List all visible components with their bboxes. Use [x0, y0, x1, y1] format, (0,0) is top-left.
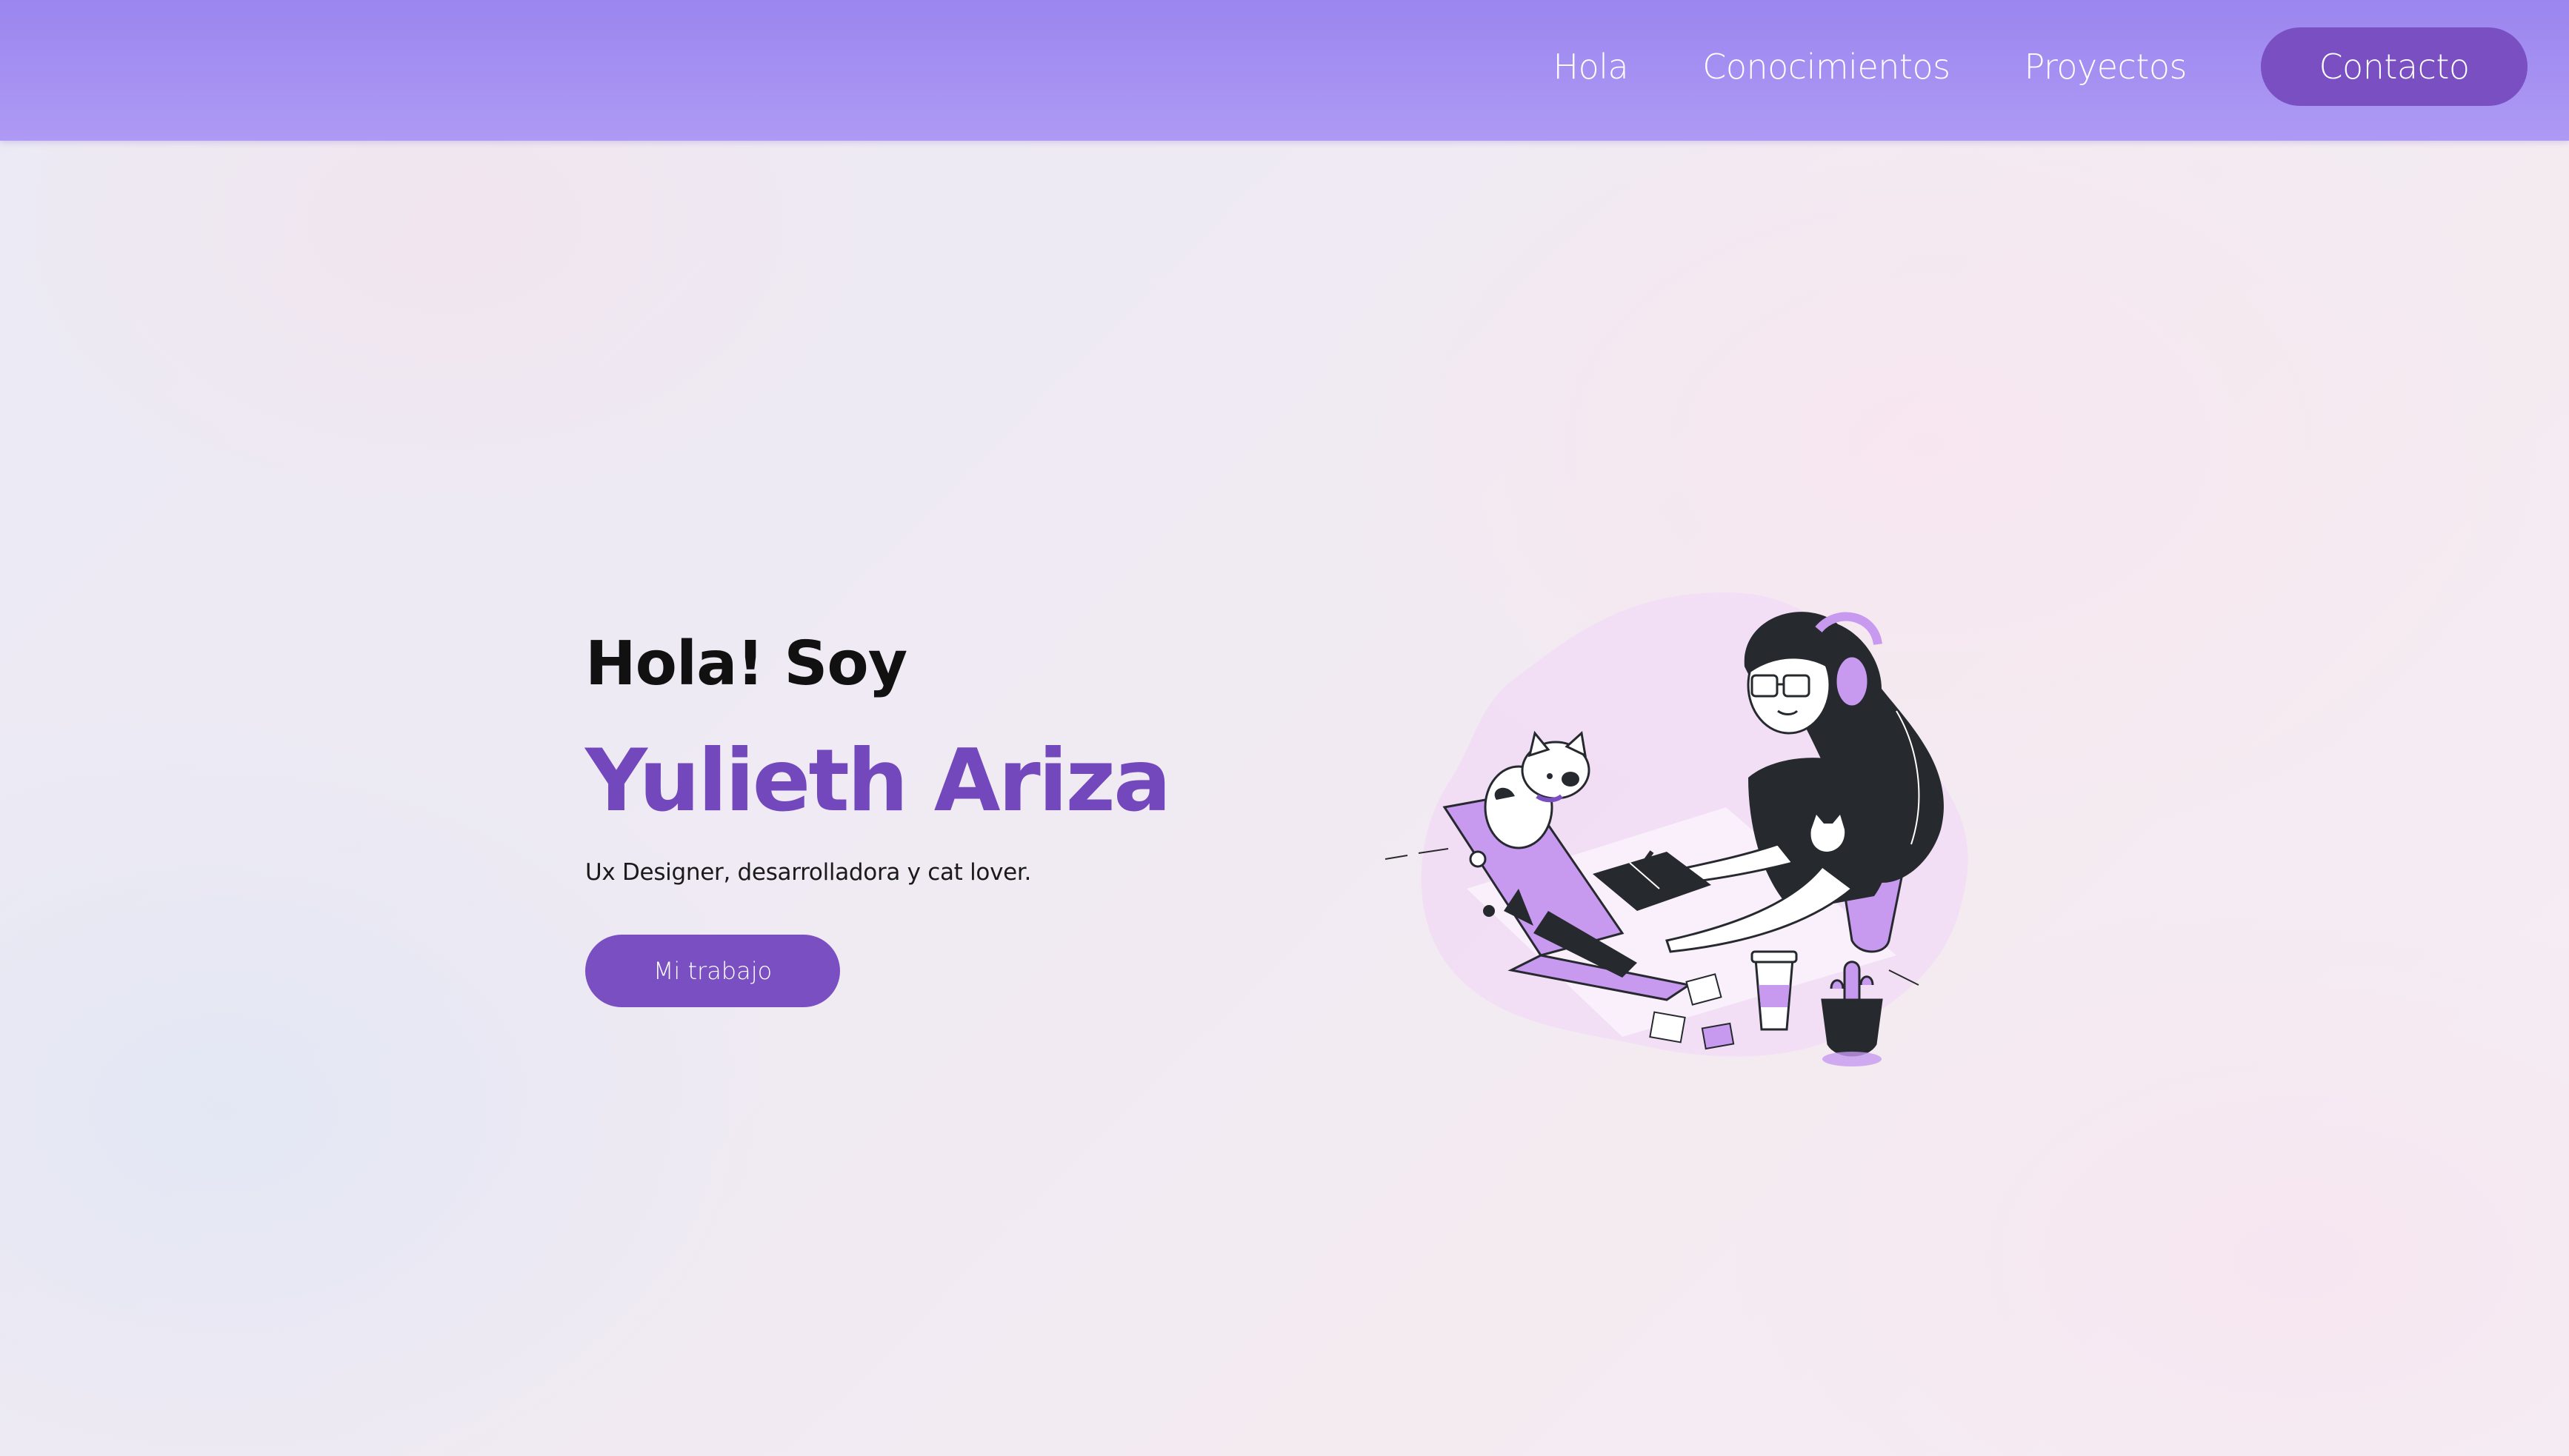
site-header: Hola Conocimientos Proyectos Contacto: [0, 0, 2569, 141]
designer-with-cat-icon: [1385, 592, 1968, 1066]
nav-link-conocimientos[interactable]: Conocimientos: [1702, 47, 1950, 87]
nav-link-proyectos[interactable]: Proyectos: [2025, 47, 2188, 87]
hero-greeting: Hola! Soy: [585, 629, 907, 699]
my-work-button[interactable]: Mi trabajo: [585, 934, 840, 1007]
main-nav: Hola Conocimientos Proyectos Contacto: [1553, 27, 2528, 107]
hero-section: Hola! Soy Yulieth Ariza Ux Designer, des…: [585, 629, 1252, 1007]
hero-tagline: Ux Designer, desarrolladora y cat lover.: [585, 858, 1032, 886]
contact-button[interactable]: Contacto: [2261, 27, 2528, 106]
nav-link-hola[interactable]: Hola: [1553, 47, 1629, 87]
hero-name: Yulieth Ariza: [585, 731, 1171, 832]
designer-illustration: [1378, 585, 1985, 1089]
